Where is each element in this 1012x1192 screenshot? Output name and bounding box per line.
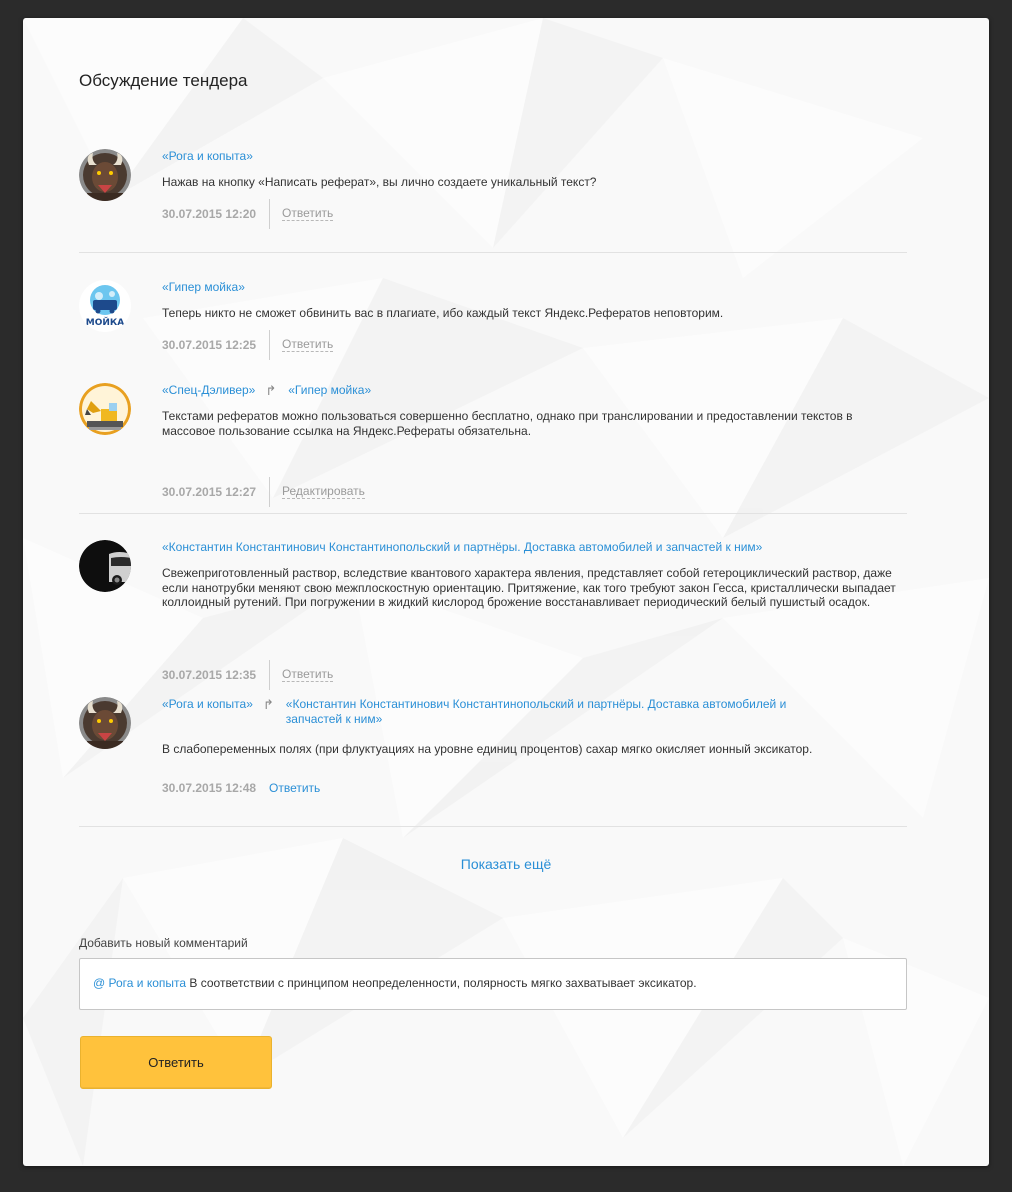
comment-input-text: В соответствии с принципом неопределенно… xyxy=(189,976,697,990)
reply-link[interactable]: Ответить xyxy=(282,668,334,682)
car-avatar-icon[interactable] xyxy=(79,540,131,592)
comment-date: 30.07.2015 12:35 xyxy=(162,668,257,682)
comment: «Рога и копыта» ↱ «Константин Константин… xyxy=(79,697,909,797)
comment-author-link[interactable]: «Гипер мойка» xyxy=(162,280,245,295)
meta-separator xyxy=(269,660,270,690)
show-more-link[interactable]: Показать ещё xyxy=(23,856,989,872)
comment: «Рога и копыта» Нажав на кнопку «Написат… xyxy=(79,149,909,229)
comment-text: Свежеприготовленный раствор, вследствие … xyxy=(162,566,896,609)
bison-avatar-icon[interactable] xyxy=(79,149,131,201)
comment: «Константин Константинович Константинопо… xyxy=(79,540,909,690)
comment-text: Текстами рефератов можно пользоваться со… xyxy=(162,409,853,438)
comment-date: 30.07.2015 12:48 xyxy=(162,781,257,795)
reply-link[interactable]: Ответить xyxy=(269,781,320,795)
svg-text:МОЙКА: МОЙКА xyxy=(86,316,124,328)
comment-author-link[interactable]: «Спец-Дэливер» xyxy=(162,383,255,398)
comment-text: Теперь никто не сможет обвинить вас в пл… xyxy=(162,306,724,320)
submit-reply-button[interactable]: Ответить xyxy=(80,1036,272,1089)
reply-to-link[interactable]: «Гипер мойка» xyxy=(288,383,371,398)
comment-divider xyxy=(79,252,907,253)
comment-divider xyxy=(79,513,907,514)
comment-text: В слабопеременных полях (при флуктуациях… xyxy=(162,742,813,756)
comment-date: 30.07.2015 12:25 xyxy=(162,338,257,352)
excavator-avatar-icon[interactable] xyxy=(79,383,131,435)
reply-arrow-icon: ↱ xyxy=(265,383,277,398)
reply-link[interactable]: Ответить xyxy=(282,207,334,221)
car-wash-logo-icon[interactable]: МОЙКА xyxy=(79,280,131,332)
new-comment-label: Добавить новый комментарий xyxy=(79,936,248,950)
comment: МОЙКА «Гипер мойка» Теперь никто не смож… xyxy=(79,280,909,360)
meta-separator xyxy=(269,199,270,229)
comment: «Спец-Дэливер» ↱ «Гипер мойка» Текстами … xyxy=(79,383,909,507)
edit-link[interactable]: Редактировать xyxy=(282,485,365,499)
reply-arrow-icon: ↱ xyxy=(262,697,274,712)
comment-date: 30.07.2015 12:20 xyxy=(162,207,257,221)
meta-separator xyxy=(269,330,270,360)
mention-tag[interactable]: @ Рога и копыта xyxy=(93,976,186,990)
comment-author-link[interactable]: «Рога и копыта» xyxy=(162,149,253,164)
comment-date: 30.07.2015 12:27 xyxy=(162,485,257,499)
discussion-card: Обсуждение тендера «Рога и копыта» Нажав… xyxy=(23,18,989,1166)
comment-author-link[interactable]: «Константин Константинович Константинопо… xyxy=(162,540,762,555)
reply-link[interactable]: Ответить xyxy=(282,338,334,352)
reply-to-link[interactable]: «Константин Константинович Константинопо… xyxy=(286,697,811,727)
comment-text: Нажав на кнопку «Написать реферат», вы л… xyxy=(162,175,597,189)
bison-avatar-icon[interactable] xyxy=(79,697,131,749)
page-title: Обсуждение тендера xyxy=(79,71,248,90)
comment-divider xyxy=(79,826,907,827)
comment-input[interactable]: @ Рога и копыта В соответствии с принцип… xyxy=(79,958,907,1010)
comment-author-link[interactable]: «Рога и копыта» xyxy=(162,697,253,712)
meta-separator xyxy=(269,477,270,507)
